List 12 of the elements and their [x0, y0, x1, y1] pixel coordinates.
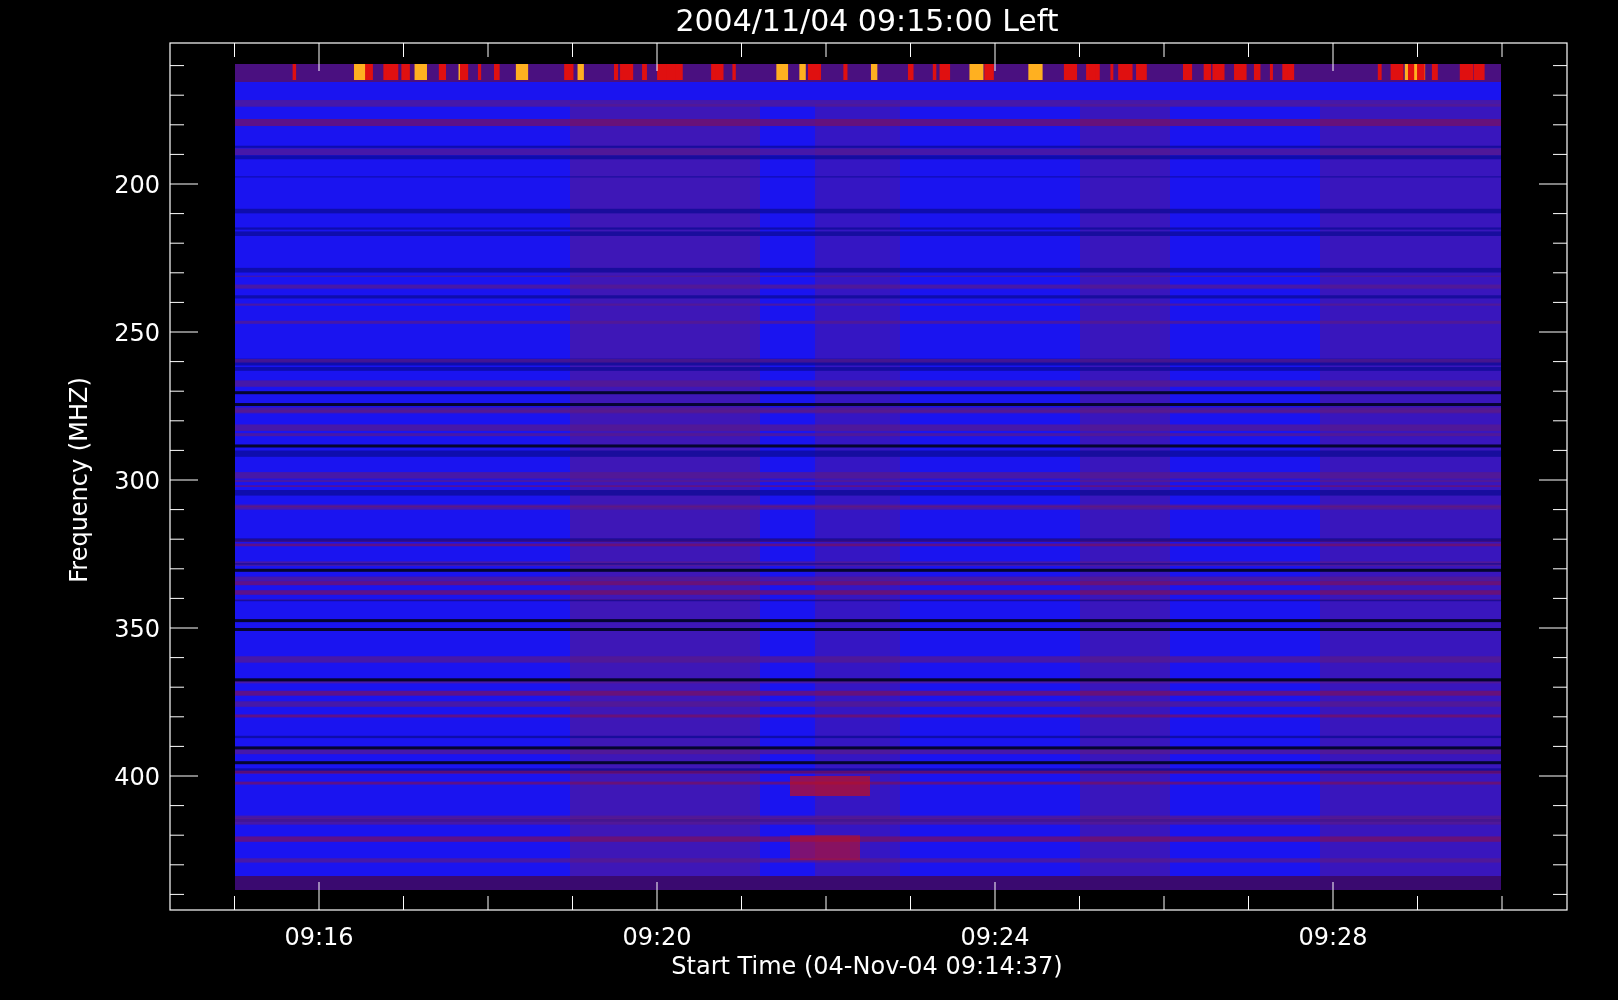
- plot-title: 2004/11/04 09:15:00 Left: [675, 3, 1059, 38]
- x-tick-label: 09:28: [1298, 923, 1368, 951]
- y-axis-label: Frequency (MHZ): [65, 377, 93, 583]
- x-tick-label: 09:24: [960, 923, 1030, 951]
- y-tick-label: 350: [114, 615, 160, 643]
- y-tick-label: 300: [114, 467, 160, 495]
- x-axis-label: Start Time (04-Nov-04 09:14:37): [671, 952, 1063, 980]
- x-tick-label: 09:20: [622, 923, 692, 951]
- y-tick-label: 200: [114, 171, 160, 199]
- y-tick-label: 250: [114, 319, 160, 347]
- x-tick-label: 09:16: [284, 923, 354, 951]
- y-tick-label: 400: [114, 763, 160, 791]
